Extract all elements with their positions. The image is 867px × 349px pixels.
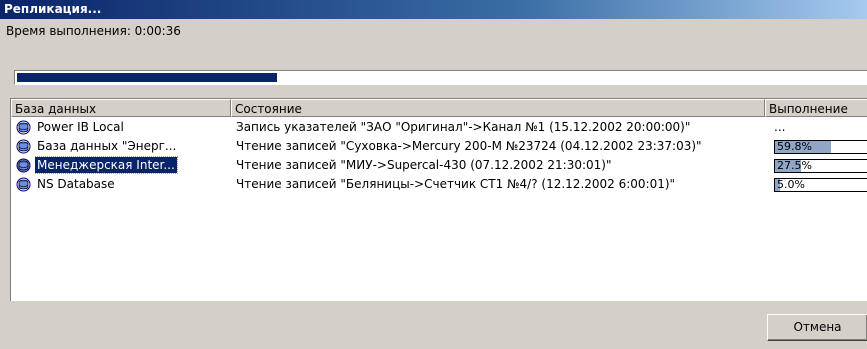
column-header-status[interactable]: Состояние: [231, 99, 765, 117]
row-progress-cell: 59.8%: [770, 137, 867, 156]
row-progress-bar: 27.5%: [774, 159, 867, 173]
database-icon: [16, 120, 31, 135]
database-icon: [16, 139, 31, 154]
row-progress-cell: 27.5%: [770, 156, 867, 175]
table-row[interactable]: База данных "Энерг... Чтение записей "Су…: [11, 137, 867, 156]
row-progress-text: 5.0%: [777, 178, 805, 191]
window-title: Репликация...: [0, 0, 867, 19]
row-status: Запись указателей "ЗАО "Оригинал"->Канал…: [236, 120, 691, 134]
row-database-name: Менеджерская Inter...: [35, 156, 178, 174]
column-header-progress[interactable]: Выполнение: [765, 99, 867, 117]
list-header: База данных Состояние Выполнение: [11, 99, 867, 117]
database-icon: [16, 158, 31, 173]
row-database-name: NS Database: [37, 177, 115, 191]
row-progress-cell: ...: [770, 118, 867, 137]
row-progress-text: ...: [774, 120, 786, 134]
row-status: Чтение записей "Беляницы->Счетчик СТ1 №4…: [236, 177, 676, 191]
row-progress-text: 59.8%: [777, 140, 812, 153]
row-status: Чтение записей "Суховка->Mercury 200-M №…: [236, 139, 702, 153]
replication-list[interactable]: База данных Состояние Выполнение Power I…: [10, 98, 867, 301]
overall-progress-bar: [14, 70, 867, 85]
table-row[interactable]: NS Database Чтение записей "Беляницы->Сч…: [11, 175, 867, 194]
row-progress-cell: 5.0%: [770, 175, 867, 194]
table-row[interactable]: Менеджерская Inter... Чтение записей "МИ…: [11, 156, 867, 175]
row-progress-bar: 59.8%: [774, 140, 867, 154]
row-progress-text: 27.5%: [777, 159, 812, 172]
row-database-name: База данных "Энерг...: [37, 139, 177, 153]
overall-progress-fill: [17, 73, 278, 82]
column-header-database[interactable]: База данных: [11, 99, 231, 117]
table-row[interactable]: Power IB Local Запись указателей "ЗАО "О…: [11, 118, 867, 137]
cancel-button[interactable]: Отмена: [767, 314, 867, 341]
row-status: Чтение записей "МИУ->Supercal-430 (07.12…: [236, 158, 612, 172]
row-progress-bar: 5.0%: [774, 178, 867, 192]
row-database-name: Power IB Local: [37, 120, 124, 134]
elapsed-time-label: Время выполнения: 0:00:36: [6, 24, 181, 38]
database-icon: [16, 177, 31, 192]
